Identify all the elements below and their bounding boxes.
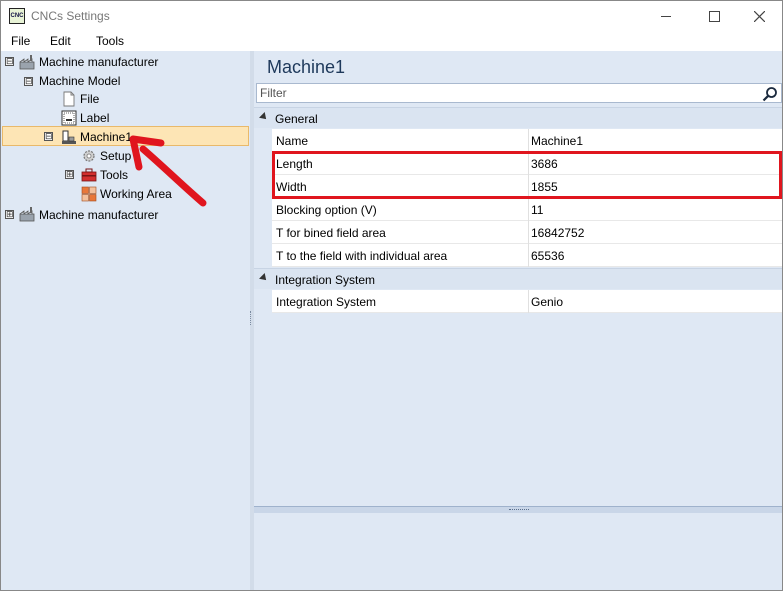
category-integration-system[interactable]: Integration System — [254, 268, 782, 289]
property-value[interactable]: Machine1 — [531, 134, 583, 148]
factory-icon — [19, 207, 35, 222]
property-name: T to the field with individual area — [276, 249, 448, 263]
property-name: Integration System — [276, 295, 377, 309]
collapse-triangle-icon[interactable] — [259, 273, 269, 283]
menu-edit[interactable]: Edit — [50, 34, 71, 48]
working-area-icon — [81, 186, 97, 202]
collapse-icon[interactable]: ⊟ — [44, 132, 53, 141]
tree-node-label: Machine Model — [39, 74, 121, 88]
gear-icon — [83, 150, 95, 162]
expand-icon[interactable]: ⊞ — [65, 170, 74, 179]
tree-node-label: Machine manufacturer — [39, 55, 159, 69]
filter-input[interactable] — [260, 85, 750, 101]
column-divider — [528, 244, 529, 267]
property-row[interactable]: Blocking option (V) 11 — [272, 198, 782, 221]
toolbox-icon — [81, 168, 97, 182]
minimize-icon — [661, 15, 671, 17]
property-row[interactable]: Name Machine1 — [272, 129, 782, 152]
highlight-annotation-box — [272, 151, 782, 199]
page-title: Machine1 — [267, 57, 346, 77]
search-icon[interactable] — [762, 86, 778, 102]
property-value[interactable]: 16842752 — [531, 226, 584, 240]
factory-icon — [19, 55, 35, 70]
collapse-icon[interactable]: ⊟ — [24, 77, 33, 86]
column-divider — [528, 221, 529, 244]
splitter-grip[interactable] — [250, 311, 253, 325]
column-divider — [528, 198, 529, 221]
property-name: Name — [276, 134, 309, 148]
expand-icon[interactable]: ⊞ — [5, 210, 14, 219]
tree-node-label: File — [80, 92, 100, 106]
label-icon — [61, 110, 77, 126]
menu-bar: File Edit Tools — [1, 31, 782, 51]
category-general[interactable]: General — [254, 107, 782, 128]
property-name: T for bined field area — [276, 226, 386, 240]
description-area — [254, 513, 782, 590]
property-row[interactable]: Integration System Genio — [272, 290, 782, 313]
tree-node-label: Label — [80, 111, 110, 125]
property-row[interactable]: T for bined field area 16842752 — [272, 221, 782, 244]
tree-node-label: Machine manufacturer — [39, 208, 159, 222]
description-splitter-grip[interactable] — [509, 509, 529, 511]
menu-tools[interactable]: Tools — [96, 34, 124, 48]
property-value[interactable]: Genio — [531, 295, 563, 309]
title-bar: CNC CNCs Settings — [1, 1, 782, 31]
property-value[interactable]: 65536 — [531, 249, 564, 263]
app-icon: CNC — [9, 8, 25, 24]
maximize-icon — [708, 10, 720, 22]
machine-icon — [62, 130, 76, 144]
collapse-triangle-icon[interactable] — [259, 112, 269, 122]
category-label: General — [275, 112, 318, 126]
column-divider — [528, 129, 529, 152]
filter-box[interactable] — [256, 83, 782, 103]
collapse-icon[interactable]: ⊟ — [5, 57, 14, 66]
cncs-settings-window: CNC CNCs Settings File Edit Tools ⊟ Mach… — [0, 0, 783, 591]
property-value[interactable]: 11 — [531, 203, 543, 217]
property-name: Blocking option (V) — [276, 203, 377, 217]
close-icon — [753, 10, 765, 22]
minimize-button[interactable] — [643, 1, 689, 31]
property-row[interactable]: T to the field with individual area 6553… — [272, 244, 782, 267]
red-arrow-annotation-icon — [129, 135, 207, 207]
category-label: Integration System — [275, 273, 376, 287]
close-button[interactable] — [736, 1, 782, 31]
column-divider — [528, 290, 529, 313]
window-title: CNCs Settings — [31, 9, 110, 23]
maximize-button[interactable] — [691, 1, 737, 31]
menu-file[interactable]: File — [11, 34, 30, 48]
file-icon — [63, 91, 75, 107]
